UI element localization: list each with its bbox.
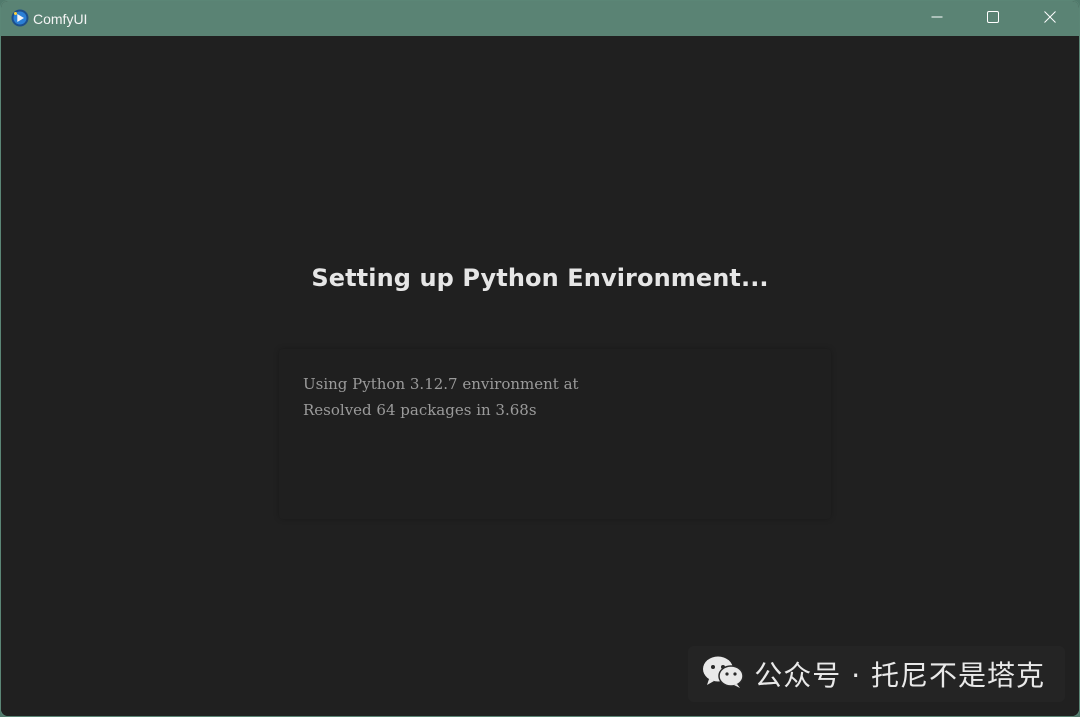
close-icon bbox=[1044, 10, 1056, 28]
maximize-button[interactable] bbox=[965, 1, 1021, 36]
page-title: Setting up Python Environment... bbox=[311, 264, 769, 292]
maximize-icon bbox=[987, 10, 999, 28]
comfyui-logo-icon bbox=[11, 9, 29, 27]
main-content: Setting up Python Environment... Using P… bbox=[1, 36, 1079, 716]
close-button[interactable] bbox=[1022, 1, 1078, 36]
install-log-panel[interactable]: Using Python 3.12.7 environment at Resol… bbox=[279, 349, 831, 519]
watermark: 公众号 · 托尼不是塔克 bbox=[688, 646, 1065, 702]
log-line: Resolved 64 packages in 3.68s bbox=[303, 401, 537, 419]
wechat-icon bbox=[702, 655, 745, 694]
watermark-text: 公众号 · 托尼不是塔克 bbox=[754, 659, 1045, 692]
title-bar[interactable]: ComfyUI bbox=[1, 1, 1079, 36]
minimize-icon bbox=[931, 10, 943, 28]
app-window: ComfyUI Setting up Python Environment...… bbox=[0, 0, 1080, 717]
minimize-button[interactable] bbox=[909, 1, 965, 36]
log-line: Using Python 3.12.7 environment at bbox=[303, 375, 579, 393]
window-title: ComfyUI bbox=[33, 11, 88, 27]
